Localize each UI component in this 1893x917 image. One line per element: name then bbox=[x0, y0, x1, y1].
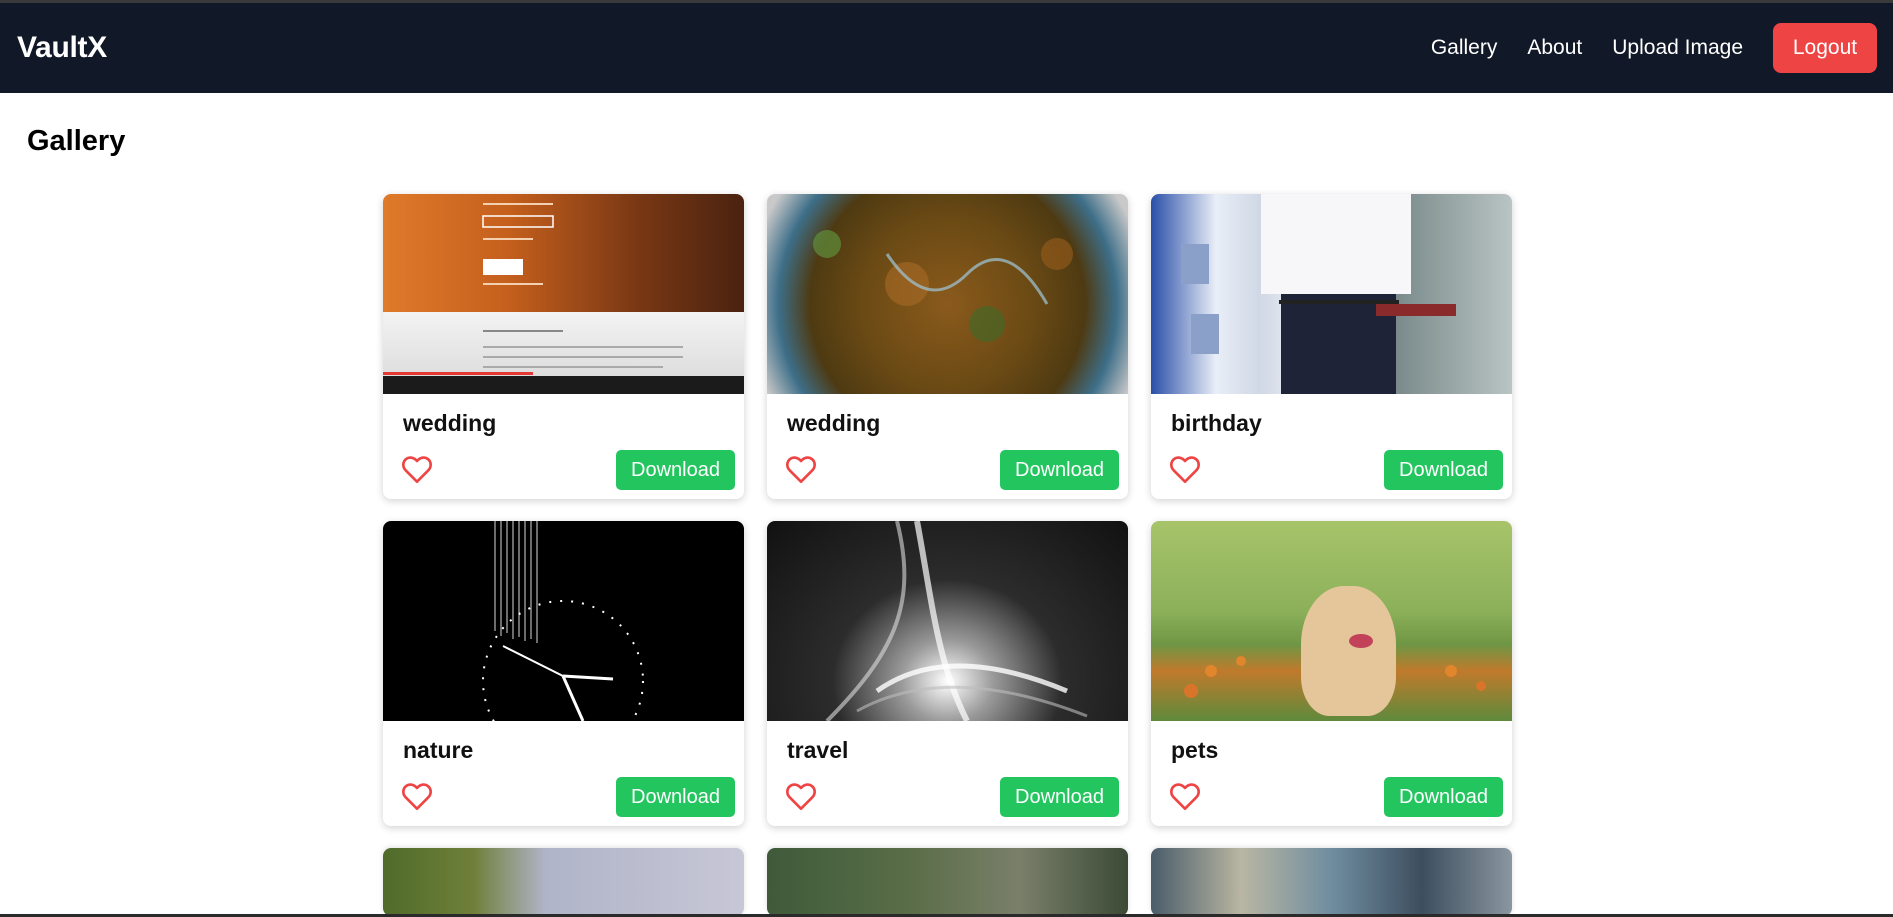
gallery-card: wedding Download bbox=[767, 194, 1128, 499]
heart-icon[interactable] bbox=[785, 454, 817, 484]
nav-about[interactable]: About bbox=[1527, 36, 1582, 60]
card-image[interactable] bbox=[383, 521, 744, 721]
logout-button[interactable]: Logout bbox=[1773, 23, 1877, 73]
gallery-grid: wedding Download wedding Download birthd… bbox=[383, 194, 1512, 916]
card-image[interactable] bbox=[383, 194, 744, 394]
download-button[interactable]: Download bbox=[1000, 450, 1119, 490]
gallery-card: travel Download bbox=[767, 521, 1128, 826]
download-button[interactable]: Download bbox=[1000, 777, 1119, 817]
gallery-card: birthday Download bbox=[1151, 194, 1512, 499]
card-title: wedding bbox=[787, 410, 881, 436]
nav-links: Gallery About Upload Image Logout bbox=[1431, 23, 1877, 73]
gallery-card: pets Download bbox=[1151, 521, 1512, 826]
nav-upload-image[interactable]: Upload Image bbox=[1612, 36, 1743, 60]
gallery-card: wedding Download bbox=[383, 194, 744, 499]
gallery-card bbox=[383, 848, 744, 916]
card-image[interactable] bbox=[383, 848, 744, 916]
heart-icon[interactable] bbox=[1169, 781, 1201, 811]
download-button[interactable]: Download bbox=[1384, 450, 1503, 490]
heart-icon[interactable] bbox=[1169, 454, 1201, 484]
card-image[interactable] bbox=[1151, 194, 1512, 394]
heart-icon[interactable] bbox=[401, 454, 433, 484]
card-title: pets bbox=[1171, 737, 1219, 763]
heart-icon[interactable] bbox=[785, 781, 817, 811]
page-title: Gallery bbox=[27, 125, 126, 157]
card-title: birthday bbox=[1171, 410, 1262, 436]
card-title: travel bbox=[787, 737, 849, 763]
card-image[interactable] bbox=[1151, 848, 1512, 916]
card-image[interactable] bbox=[767, 848, 1128, 916]
brand-logo[interactable]: VaultX bbox=[17, 31, 107, 65]
card-image[interactable] bbox=[1151, 521, 1512, 721]
heart-icon[interactable] bbox=[401, 781, 433, 811]
gallery-card bbox=[1151, 848, 1512, 916]
download-button[interactable]: Download bbox=[1384, 777, 1503, 817]
gallery-card bbox=[767, 848, 1128, 916]
gallery-card: nature Download bbox=[383, 521, 744, 826]
download-button[interactable]: Download bbox=[616, 777, 735, 817]
download-button[interactable]: Download bbox=[616, 450, 735, 490]
card-title: nature bbox=[403, 737, 474, 763]
nav-gallery[interactable]: Gallery bbox=[1431, 36, 1498, 60]
navbar: VaultX Gallery About Upload Image Logout bbox=[0, 3, 1893, 93]
card-image[interactable] bbox=[767, 194, 1128, 394]
card-title: wedding bbox=[403, 410, 497, 436]
card-image[interactable] bbox=[767, 521, 1128, 721]
